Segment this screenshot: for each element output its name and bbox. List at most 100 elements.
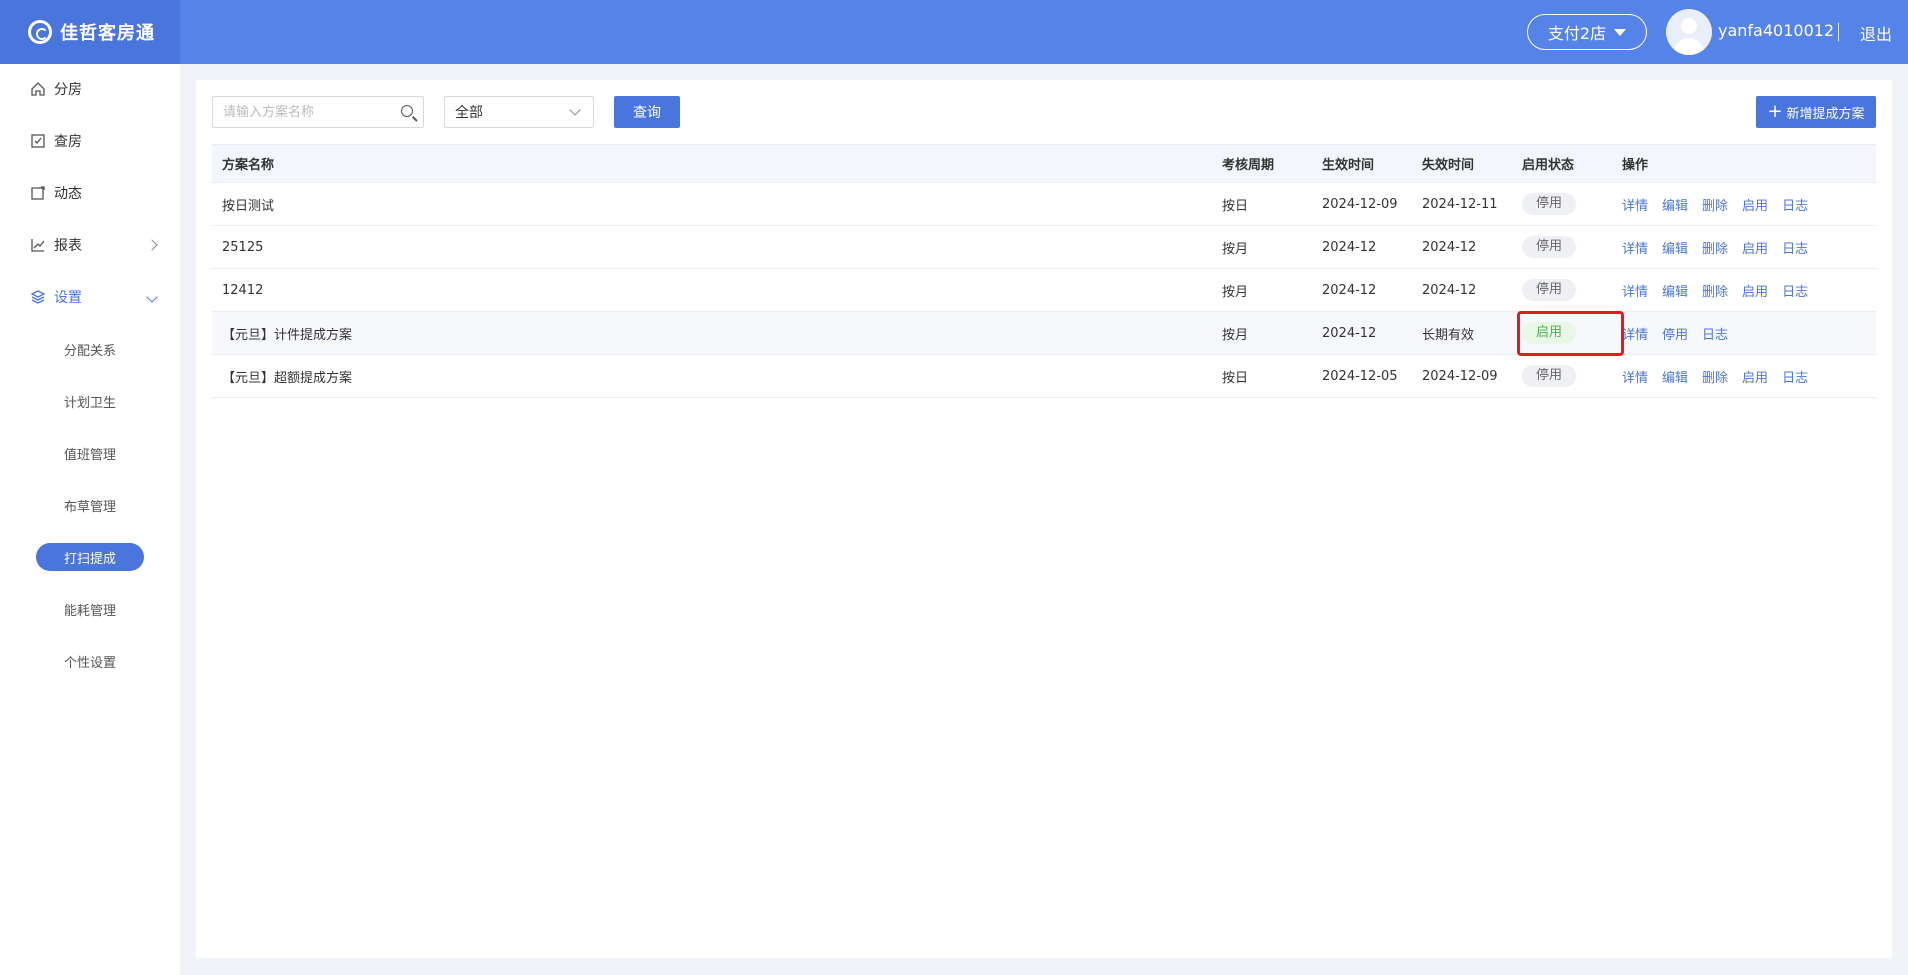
sidebar-item-settings[interactable]: 设置 [0, 277, 180, 317]
sidebar-item-label: 设置 [54, 290, 82, 306]
status-badge: 停用 [1522, 193, 1576, 215]
sidebar-item-reports[interactable]: 报表 [0, 225, 180, 265]
cell-cycle: 按日 [1212, 354, 1312, 398]
cell-end: 2024-12 [1412, 268, 1512, 312]
col-header-name: 方案名称 [212, 144, 1212, 183]
status-badge: 停用 [1522, 365, 1576, 387]
cell-start: 2024-12-09 [1312, 182, 1412, 226]
log-link[interactable]: 日志 [1782, 285, 1808, 300]
log-link[interactable]: 日志 [1782, 199, 1808, 214]
dynamic-icon [31, 186, 45, 200]
cell-actions: 详情 编辑 删除 启用 日志 [1612, 182, 1876, 226]
username[interactable]: yanfa4010012 [1718, 21, 1834, 40]
enable-link[interactable]: 启用 [1742, 285, 1768, 300]
cell-cycle: 按月 [1212, 311, 1312, 355]
table-header-row: 方案名称 考核周期 生效时间 失效时间 启用状态 操作 [212, 144, 1876, 183]
cell-status: 停用 [1512, 182, 1612, 226]
delete-link[interactable]: 删除 [1702, 371, 1728, 386]
delete-link[interactable]: 删除 [1702, 285, 1728, 300]
cell-status: 停用 [1512, 354, 1612, 398]
table-row: 【元旦】计件提成方案 按月 2024-12 长期有效 启用 详情 停用 日志 [212, 311, 1876, 355]
detail-link[interactable]: 详情 [1622, 199, 1648, 214]
cell-cycle: 按月 [1212, 268, 1312, 312]
status-filter-select[interactable]: 全部 [444, 96, 594, 128]
sidebar-subitem-energy[interactable]: 能耗管理 [36, 595, 144, 623]
col-header-cycle: 考核周期 [1212, 144, 1312, 183]
col-header-start: 生效时间 [1312, 144, 1412, 183]
cell-end: 2024-12-11 [1412, 182, 1512, 226]
sidebar-item-label: 查房 [54, 134, 82, 150]
col-header-actions: 操作 [1612, 144, 1876, 183]
disable-link[interactable]: 停用 [1662, 328, 1688, 343]
add-plan-button[interactable]: + 新增提成方案 [1756, 96, 1876, 128]
sidebar-subitem-cleaning-commission[interactable]: 打扫提成 [36, 543, 144, 571]
detail-link[interactable]: 详情 [1622, 371, 1648, 386]
cell-start: 2024-12 [1312, 311, 1412, 355]
delete-link[interactable]: 删除 [1702, 199, 1728, 214]
sidebar-subitem-linen[interactable]: 布草管理 [36, 491, 144, 519]
logout-button[interactable]: 退出 [1860, 21, 1892, 45]
edit-link[interactable]: 编辑 [1662, 371, 1688, 386]
table-row: 按日测试 按日 2024-12-09 2024-12-11 停用 详情 编辑 删除启… [212, 182, 1876, 226]
cell-cycle: 按日 [1212, 182, 1312, 226]
cell-status: 停用 [1512, 225, 1612, 269]
sidebar-item-label: 分房 [54, 82, 82, 98]
cell-name: 12412 [212, 268, 1212, 312]
sidebar-subitem-plan-cleaning[interactable]: 计划卫生 [36, 387, 144, 415]
cell-start: 2024-12-05 [1312, 354, 1412, 398]
detail-link[interactable]: 详情 [1622, 328, 1648, 343]
sidebar-item-assign-room[interactable]: 分房 [0, 69, 180, 109]
log-link[interactable]: 日志 [1782, 242, 1808, 257]
search-icon[interactable] [401, 105, 413, 117]
cell-start: 2024-12 [1312, 268, 1412, 312]
sidebar: 分房 查房 动态 报表 设置 分配关系 计划卫生 值班管理 布草管理 打扫提成 … [0, 64, 180, 975]
table-row: 【元旦】超额提成方案 按日 2024-12-05 2024-12-09 停用 详… [212, 354, 1876, 398]
cell-actions: 详情 编辑 删除 启用 日志 [1612, 354, 1876, 398]
log-link[interactable]: 日志 [1782, 371, 1808, 386]
chart-icon [31, 239, 45, 252]
sidebar-subitem-allocation[interactable]: 分配关系 [36, 335, 144, 363]
edit-link[interactable]: 编辑 [1662, 285, 1688, 300]
brand-logo[interactable]: 佳哲客房通 [0, 0, 180, 64]
sidebar-subitem-duty[interactable]: 值班管理 [36, 439, 144, 467]
col-header-end: 失效时间 [1412, 144, 1512, 183]
cell-name: 按日测试 [212, 182, 1212, 226]
layers-icon [30, 290, 46, 304]
enable-link[interactable]: 启用 [1742, 242, 1768, 257]
cell-end: 2024-12 [1412, 225, 1512, 269]
chevron-right-icon [146, 239, 158, 251]
search-box[interactable] [212, 96, 424, 128]
cell-name: 【元旦】超额提成方案 [212, 354, 1212, 398]
delete-link[interactable]: 删除 [1702, 242, 1728, 257]
avatar[interactable] [1666, 9, 1712, 55]
cell-actions: 详情 编辑 删除 启用 日志 [1612, 268, 1876, 312]
detail-link[interactable]: 详情 [1622, 285, 1648, 300]
home-icon [31, 82, 45, 96]
store-name: 支付2店 [1547, 24, 1607, 43]
detail-link[interactable]: 详情 [1622, 242, 1648, 257]
cell-end: 2024-12-09 [1412, 354, 1512, 398]
cell-status: 停用 [1512, 268, 1612, 312]
enable-link[interactable]: 启用 [1742, 199, 1768, 214]
edit-link[interactable]: 编辑 [1662, 199, 1688, 214]
chevron-down-icon [569, 104, 581, 116]
caret-down-icon [1614, 28, 1627, 36]
cell-name: 【元旦】计件提成方案 [212, 311, 1212, 355]
status-badge: 停用 [1522, 279, 1576, 301]
sidebar-item-check-room[interactable]: 查房 [0, 121, 180, 161]
query-button[interactable]: 查询 [614, 96, 680, 128]
main-content: 全部 查询 + 新增提成方案 方案名称 考核周期 生效时间 失效时间 启用状态 … [196, 80, 1892, 958]
edit-link[interactable]: 编辑 [1662, 242, 1688, 257]
top-header: 佳哲客房通 支付2店 yanfa4010012 退出 [0, 0, 1908, 64]
status-badge: 停用 [1522, 236, 1576, 258]
log-link[interactable]: 日志 [1702, 328, 1728, 343]
plan-table: 方案名称 考核周期 生效时间 失效时间 启用状态 操作 按日测试 按日 2024… [212, 144, 1876, 398]
store-selector[interactable]: 支付2店 [1527, 14, 1647, 50]
enable-link[interactable]: 启用 [1742, 371, 1768, 386]
sidebar-item-dynamic[interactable]: 动态 [0, 173, 180, 213]
sidebar-subitem-personal-settings[interactable]: 个性设置 [36, 647, 144, 675]
col-header-status: 启用状态 [1512, 144, 1612, 183]
table-row: 25125 按月 2024-12 2024-12 停用 详情 编辑 删除 启用 日志 [212, 225, 1876, 269]
search-input[interactable] [213, 97, 393, 127]
cell-name: 25125 [212, 225, 1212, 269]
